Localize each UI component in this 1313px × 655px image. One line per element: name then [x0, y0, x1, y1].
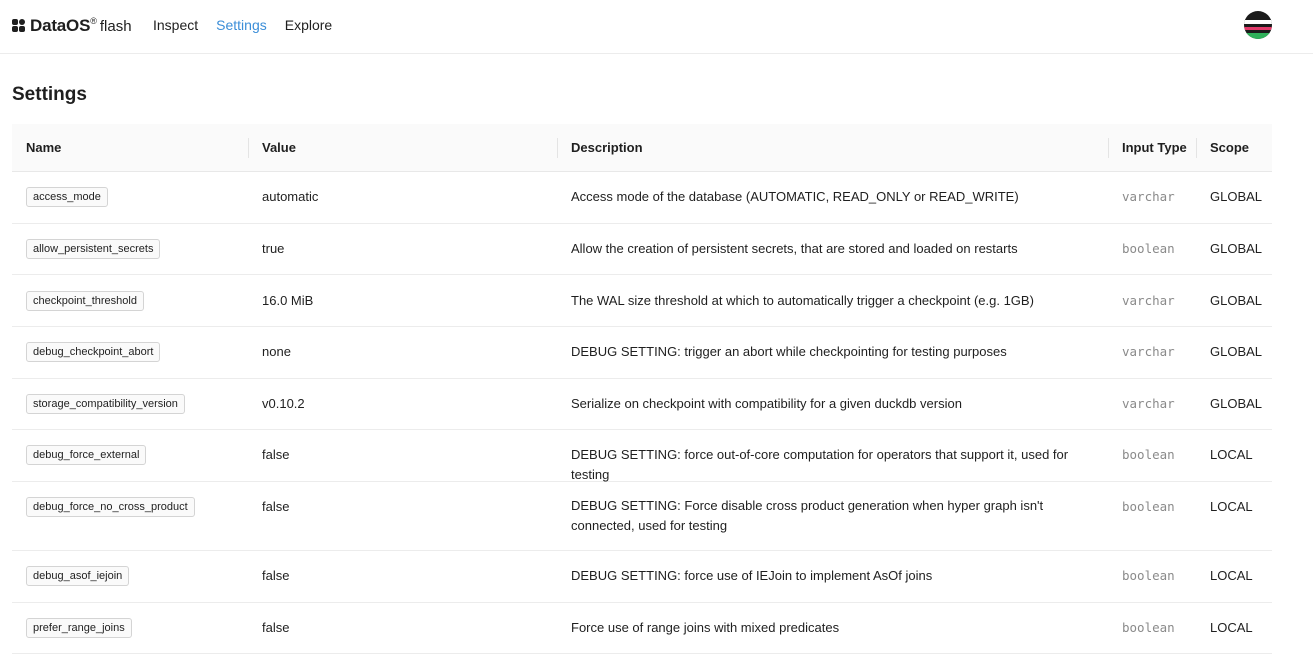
setting-description: Access mode of the database (AUTOMATIC, … — [571, 189, 1019, 204]
setting-description: DEBUG SETTING: trigger an abort while ch… — [571, 344, 1007, 359]
top-navigation-bar: DataOS ® flash Inspect Settings Explore — [0, 0, 1313, 54]
setting-name-tag[interactable]: storage_compatibility_version — [26, 394, 185, 414]
dataos-logo-icon — [12, 19, 26, 33]
setting-name-tag[interactable]: debug_force_external — [26, 445, 147, 465]
setting-input-type: boolean — [1122, 620, 1175, 635]
table-row: debug_checkpoint_abort none DEBUG SETTIN… — [12, 327, 1272, 379]
setting-description: Allow the creation of persistent secrets… — [571, 241, 1018, 256]
setting-description: Force use of range joins with mixed pred… — [571, 620, 840, 635]
setting-scope: GLOBAL — [1210, 241, 1263, 256]
setting-scope: GLOBAL — [1210, 293, 1263, 308]
setting-scope: LOCAL — [1210, 499, 1253, 514]
table-row: debug_asof_iejoin false DEBUG SETTING: f… — [12, 551, 1272, 603]
table-row: allow_persistent_secrets true Allow the … — [12, 224, 1272, 275]
setting-value: false — [262, 499, 290, 514]
brand-registered-mark: ® — [90, 16, 97, 26]
table-row: debug_force_no_cross_product false DEBUG… — [12, 482, 1272, 551]
setting-value: automatic — [262, 189, 319, 204]
setting-input-type: boolean — [1122, 447, 1175, 462]
main-nav: Inspect Settings Explore — [153, 17, 350, 33]
column-header-value: Value — [248, 124, 557, 172]
setting-value: false — [262, 568, 290, 583]
setting-description: Serialize on checkpoint with compatibili… — [571, 396, 962, 411]
setting-value: true — [262, 241, 285, 256]
nav-settings[interactable]: Settings — [216, 17, 267, 33]
table-row: prefer_range_joins false Force use of ra… — [12, 603, 1272, 654]
setting-input-type: boolean — [1122, 568, 1175, 583]
setting-value: 16.0 MiB — [262, 293, 314, 308]
column-header-scope: Scope — [1196, 124, 1272, 172]
setting-value: v0.10.2 — [262, 396, 305, 411]
setting-value: false — [262, 620, 290, 635]
setting-name-tag[interactable]: debug_force_no_cross_product — [26, 497, 195, 517]
setting-input-type: varchar — [1122, 396, 1175, 411]
setting-input-type: varchar — [1122, 344, 1175, 359]
user-avatar[interactable] — [1244, 11, 1272, 39]
setting-scope: LOCAL — [1210, 447, 1253, 462]
setting-name-tag[interactable]: checkpoint_threshold — [26, 291, 144, 311]
settings-table: Name Value Description Input Type Scope … — [12, 124, 1272, 654]
setting-name-tag[interactable]: debug_checkpoint_abort — [26, 342, 161, 362]
setting-input-type: boolean — [1122, 241, 1175, 256]
setting-input-type: varchar — [1122, 293, 1175, 308]
setting-scope: GLOBAL — [1210, 189, 1263, 204]
setting-scope: LOCAL — [1210, 620, 1253, 635]
setting-name-tag[interactable]: allow_persistent_secrets — [26, 239, 161, 259]
setting-description: DEBUG SETTING: force out-of-core computa… — [571, 447, 1069, 482]
brand-name: DataOS — [30, 16, 91, 35]
setting-value: none — [262, 344, 291, 359]
product-name: flash — [99, 17, 132, 35]
column-header-name: Name — [26, 140, 62, 155]
setting-scope: LOCAL — [1210, 568, 1253, 583]
table-row: checkpoint_threshold 16.0 MiB The WAL si… — [12, 275, 1272, 327]
setting-value: false — [262, 447, 290, 462]
nav-explore[interactable]: Explore — [285, 17, 332, 33]
setting-description: The WAL size threshold at which to autom… — [571, 293, 1034, 308]
column-header-input-type: Input Type — [1108, 124, 1196, 172]
setting-name-tag[interactable]: access_mode — [26, 187, 108, 207]
setting-name-tag[interactable]: debug_asof_iejoin — [26, 566, 130, 586]
setting-name-tag[interactable]: prefer_range_joins — [26, 618, 132, 638]
setting-input-type: boolean — [1122, 499, 1175, 514]
setting-scope: GLOBAL — [1210, 396, 1263, 411]
setting-scope: GLOBAL — [1210, 344, 1263, 359]
table-header: Name Value Description Input Type Scope — [12, 124, 1272, 172]
page-title: Settings — [12, 84, 87, 105]
table-row: debug_force_external false DEBUG SETTING… — [12, 430, 1272, 482]
nav-inspect[interactable]: Inspect — [153, 17, 198, 33]
setting-description: DEBUG SETTING: Force disable cross produ… — [571, 498, 1044, 533]
setting-description: DEBUG SETTING: force use of IEJoin to im… — [571, 568, 933, 583]
setting-input-type: varchar — [1122, 189, 1175, 204]
table-row: storage_compatibility_version v0.10.2 Se… — [12, 379, 1272, 430]
dataos-logo[interactable]: DataOS ® flash — [12, 16, 132, 36]
column-header-description: Description — [557, 124, 1108, 172]
table-row: access_mode automatic Access mode of the… — [12, 172, 1272, 224]
